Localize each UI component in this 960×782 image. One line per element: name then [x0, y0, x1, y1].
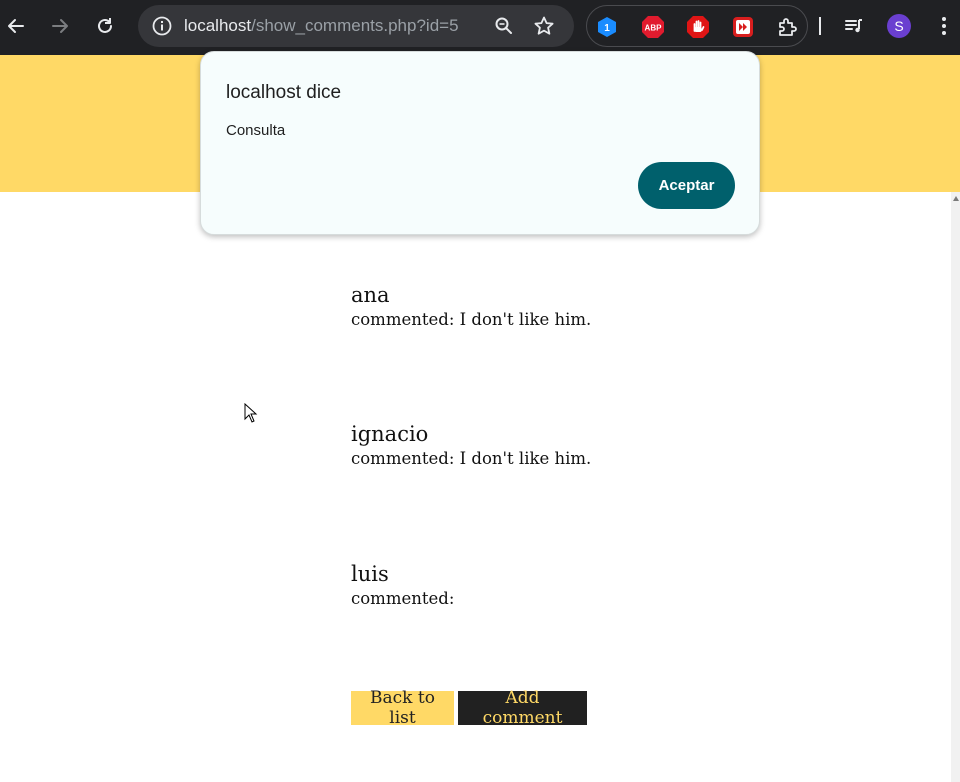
menu-kebab-icon[interactable]: [928, 10, 960, 42]
1password-badge: 1: [604, 23, 610, 34]
comment-text: commented: I don't like him.: [351, 310, 592, 329]
comment-item: ignacio commented: I don't like him.: [351, 422, 591, 472]
profile-avatar[interactable]: S: [887, 14, 911, 38]
adblock-badge: ABP: [645, 24, 663, 33]
scroll-up-arrow-icon[interactable]: [953, 196, 959, 201]
stop-hand-extension-icon[interactable]: [686, 15, 710, 39]
add-comment-button[interactable]: Add comment: [458, 688, 587, 728]
extensions-group: 1 ABP: [586, 5, 808, 47]
accept-button[interactable]: Aceptar: [638, 162, 735, 209]
site-info-icon[interactable]: [146, 10, 178, 42]
extensions-puzzle-icon[interactable]: [775, 15, 799, 39]
1password-extension-icon[interactable]: 1: [595, 15, 619, 39]
comment-item: luis commented:: [351, 562, 454, 612]
dialog-message: Consulta: [226, 122, 286, 139]
vertical-scrollbar[interactable]: [951, 192, 960, 782]
comment-text: commented:: [351, 589, 455, 608]
comment-author: ignacio: [351, 422, 429, 446]
toolbar-divider: [819, 17, 821, 35]
adblock-plus-extension-icon[interactable]: ABP: [641, 15, 665, 39]
comment-item: ana commented: I don't like him.: [351, 283, 591, 333]
url-host: localhost: [184, 16, 252, 35]
mouse-pointer-icon: [244, 402, 258, 428]
url-path: /show_comments.php?id=5: [251, 16, 459, 35]
comment-text: commented: I don't like him.: [351, 449, 592, 468]
video-forward-extension-icon[interactable]: [731, 15, 755, 39]
comment-author: luis: [351, 562, 389, 586]
comment-author: ana: [351, 283, 390, 307]
address-bar[interactable]: localhost/show_comments.php?id=5: [138, 5, 574, 47]
dialog-title: localhost dice: [226, 82, 342, 103]
media-control-icon[interactable]: [838, 10, 870, 42]
reload-icon[interactable]: [89, 10, 121, 42]
back-arrow-icon[interactable]: [0, 10, 32, 42]
browser-toolbar: localhost/show_comments.php?id=5 1 ABP S: [0, 0, 960, 55]
alert-dialog: localhost dice Consulta Aceptar: [200, 51, 760, 235]
url-text[interactable]: localhost/show_comments.php?id=5: [184, 16, 459, 36]
forward-arrow-icon[interactable]: [44, 10, 76, 42]
zoom-icon[interactable]: [488, 10, 520, 42]
bookmark-star-icon[interactable]: [528, 10, 560, 42]
back-to-list-button[interactable]: Back to list: [351, 688, 454, 728]
